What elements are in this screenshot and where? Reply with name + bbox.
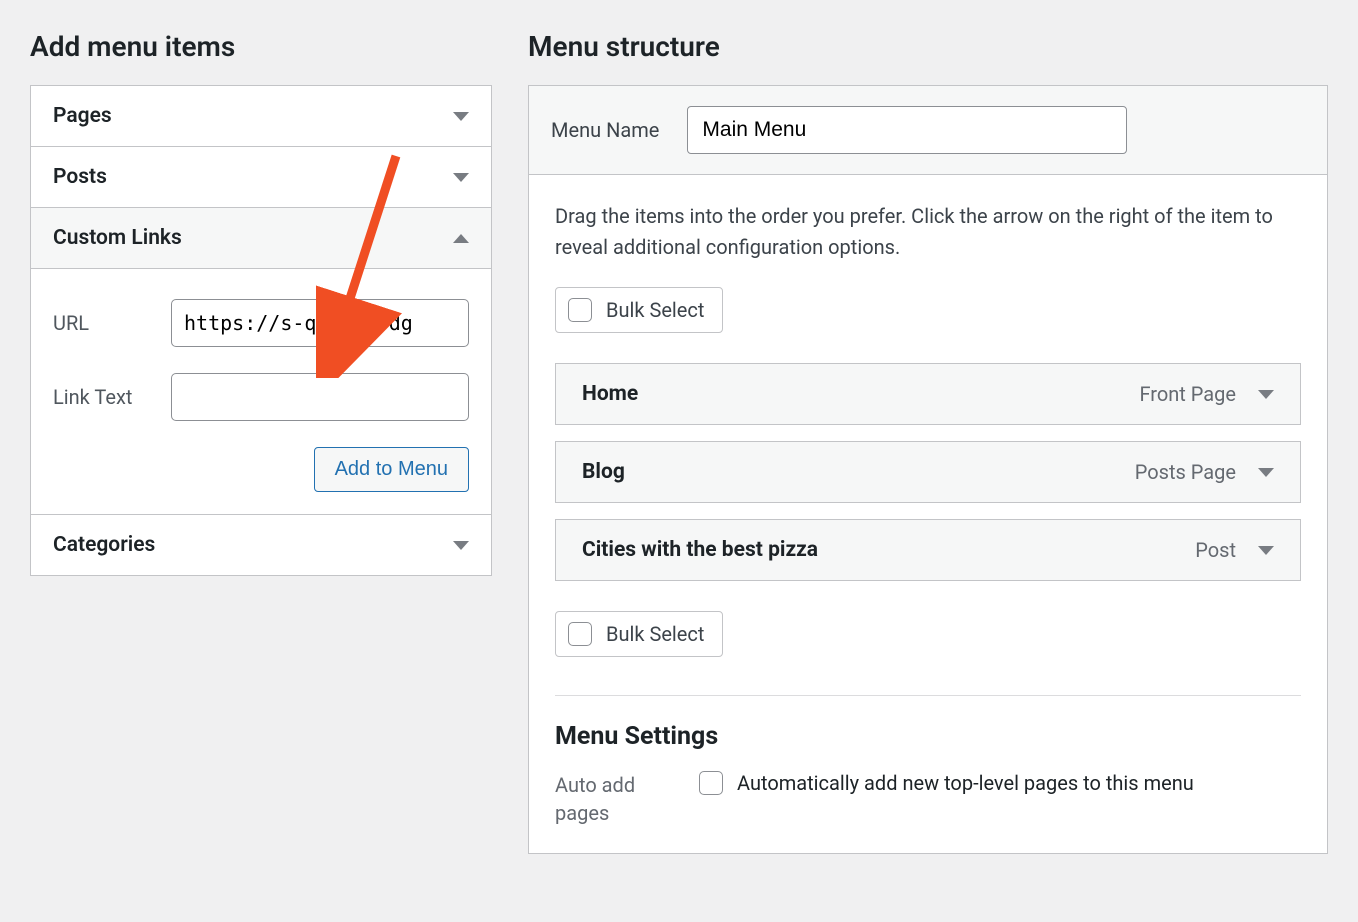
menu-item-title: Home xyxy=(582,382,638,406)
menu-items-list: Home Front Page Blog Posts Page xyxy=(555,363,1301,581)
bulk-select-label: Bulk Select xyxy=(606,298,704,322)
accordion-label: Pages xyxy=(53,104,112,128)
accordion-label: Posts xyxy=(53,165,107,189)
menu-name-input[interactable] xyxy=(687,106,1127,154)
auto-add-pages-checkbox[interactable] xyxy=(699,771,723,795)
accordion-section-categories[interactable]: Categories xyxy=(31,515,491,575)
menu-item[interactable]: Home Front Page xyxy=(555,363,1301,425)
accordion-section-posts[interactable]: Posts xyxy=(31,147,491,208)
caret-down-icon[interactable] xyxy=(1258,546,1274,555)
accordion-label: Custom Links xyxy=(53,226,182,250)
menu-item-type: Posts Page xyxy=(1135,460,1236,484)
accordion-section-custom-links[interactable]: Custom Links URL Link Text Add to Menu xyxy=(31,208,491,515)
custom-links-body: URL Link Text Add to Menu xyxy=(31,269,491,514)
caret-down-icon xyxy=(453,173,469,182)
url-input[interactable] xyxy=(171,299,469,347)
menu-name-label: Menu Name xyxy=(551,118,659,142)
menu-structure-heading: Menu structure xyxy=(528,30,1328,63)
menu-item-type: Front Page xyxy=(1139,382,1236,406)
auto-add-pages-row: Auto add pages Automatically add new top… xyxy=(555,771,1301,827)
url-label: URL xyxy=(53,311,171,335)
menu-structure-panel: Menu structure Menu Name Drag the items … xyxy=(528,30,1328,854)
bulk-select-top[interactable]: Bulk Select xyxy=(555,287,723,333)
caret-down-icon[interactable] xyxy=(1258,390,1274,399)
add-to-menu-button[interactable]: Add to Menu xyxy=(314,447,469,492)
bulk-select-checkbox[interactable] xyxy=(568,622,592,646)
link-text-label: Link Text xyxy=(53,385,171,409)
menu-name-row: Menu Name xyxy=(529,86,1327,175)
caret-down-icon xyxy=(453,112,469,121)
accordion-section-pages[interactable]: Pages xyxy=(31,86,491,147)
auto-add-pages-label: Auto add pages xyxy=(555,771,673,827)
menu-item[interactable]: Blog Posts Page xyxy=(555,441,1301,503)
menu-item-title: Blog xyxy=(582,460,625,484)
menu-item-title: Cities with the best pizza xyxy=(582,538,818,562)
caret-down-icon[interactable] xyxy=(1258,468,1274,477)
bulk-select-checkbox[interactable] xyxy=(568,298,592,322)
menu-settings-heading: Menu Settings xyxy=(555,722,1301,751)
menu-source-accordion: Pages Posts Custom Links URL xyxy=(30,85,492,576)
caret-down-icon xyxy=(453,541,469,550)
separator xyxy=(555,695,1301,696)
accordion-label: Categories xyxy=(53,533,155,557)
caret-up-icon xyxy=(453,234,469,243)
menu-item-type: Post xyxy=(1195,538,1236,562)
auto-add-pages-option: Automatically add new top-level pages to… xyxy=(737,771,1194,795)
bulk-select-bottom[interactable]: Bulk Select xyxy=(555,611,723,657)
menu-item[interactable]: Cities with the best pizza Post xyxy=(555,519,1301,581)
drag-help-text: Drag the items into the order you prefer… xyxy=(555,201,1301,263)
add-menu-items-panel: Add menu items Pages Posts Custom Links xyxy=(30,30,492,854)
add-menu-items-heading: Add menu items xyxy=(30,30,492,63)
bulk-select-label: Bulk Select xyxy=(606,622,704,646)
link-text-input[interactable] xyxy=(171,373,469,421)
